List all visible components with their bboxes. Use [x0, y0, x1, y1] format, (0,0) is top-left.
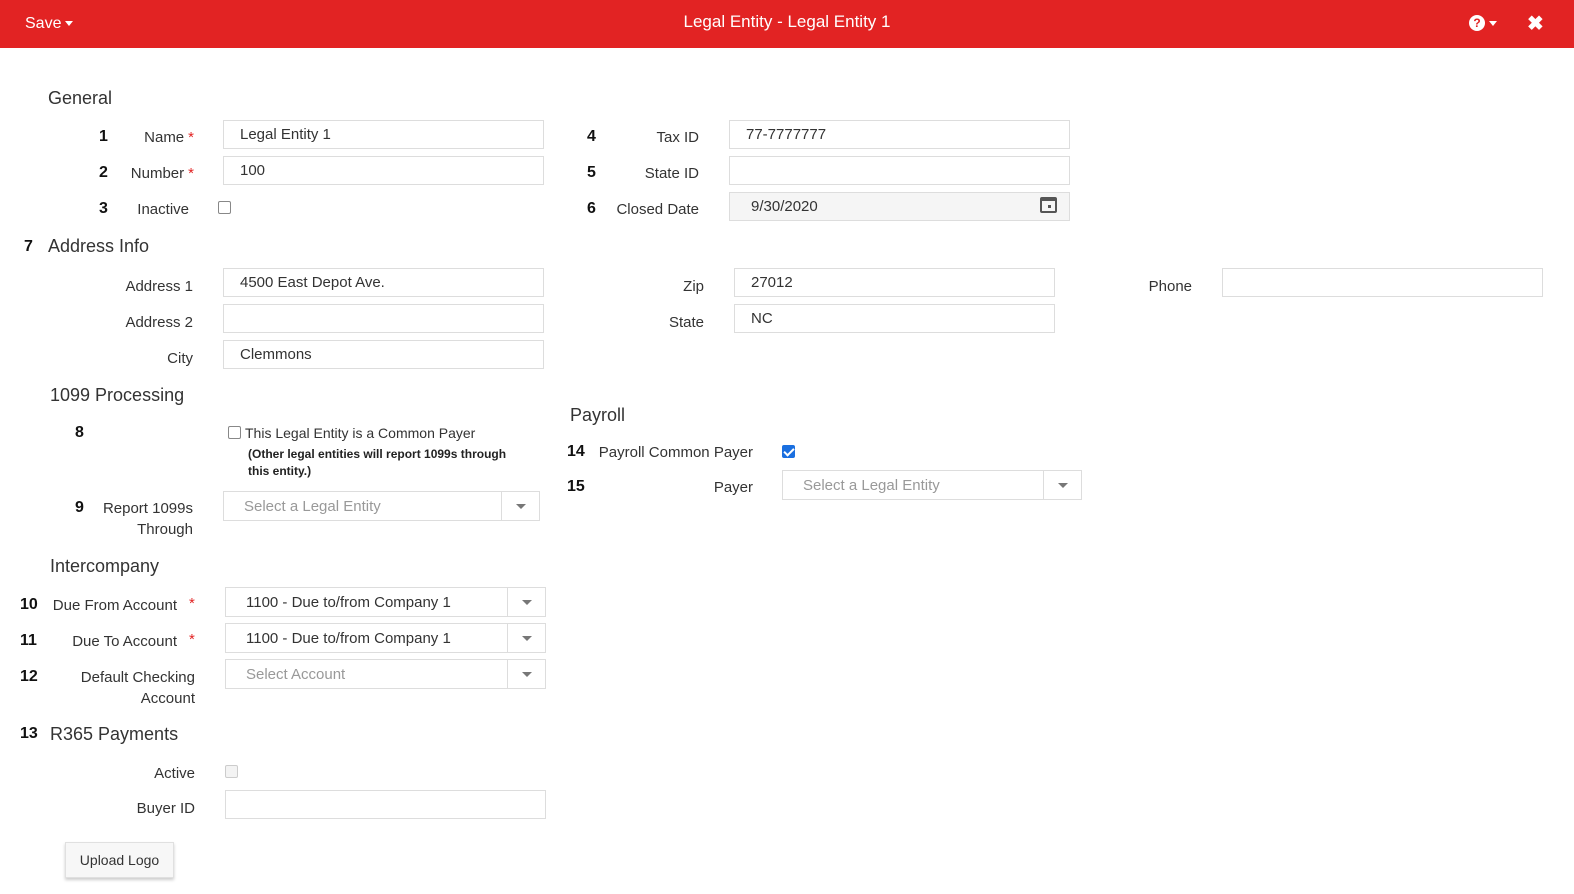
- common-payer-label: This Legal Entity is a Common Payer: [245, 425, 476, 441]
- address2-input[interactable]: [223, 304, 544, 333]
- section-address-heading: Address Info: [48, 236, 150, 256]
- section-1099-heading: 1099 Processing: [50, 385, 185, 405]
- field-number-13: 13: [20, 725, 38, 742]
- caret-down-icon: [1489, 20, 1497, 26]
- phone-label: Phone: [1148, 278, 1192, 295]
- field-number-7: 7: [24, 238, 33, 255]
- top-bar: Save Legal Entity - Legal Entity 1 ? ✖: [0, 0, 1574, 48]
- report-1099s-label-line2: Through: [137, 521, 193, 538]
- dropdown-arrow-icon: [507, 588, 545, 616]
- closed-date-label: Closed Date: [616, 201, 699, 218]
- address1-label: Address 1: [125, 278, 193, 295]
- due-to-value: 1100 - Due to/from Company 1: [246, 630, 451, 647]
- section-intercompany-heading: Intercompany: [50, 556, 160, 576]
- phone-input[interactable]: [1222, 268, 1543, 297]
- city-input[interactable]: Clemmons: [223, 340, 544, 369]
- default-checking-select[interactable]: Select Account: [225, 659, 546, 689]
- field-number-6: 6: [587, 200, 596, 217]
- due-from-select[interactable]: 1100 - Due to/from Company 1: [225, 587, 546, 617]
- field-number-9: 9: [75, 499, 84, 516]
- default-checking-placeholder: Select Account: [246, 666, 346, 683]
- section-payroll-heading: Payroll: [570, 405, 626, 425]
- state-id-label: State ID: [644, 165, 699, 182]
- zip-label: Zip: [683, 278, 704, 295]
- report-1099s-through-select[interactable]: Select a Legal Entity: [223, 491, 540, 521]
- field-number-11: 11: [20, 632, 37, 649]
- due-to-label: Due To Account: [72, 633, 177, 650]
- state-id-input[interactable]: [729, 156, 1070, 185]
- name-label: Name *: [100, 129, 194, 146]
- inactive-label: Inactive: [137, 201, 189, 218]
- due-from-label: Due From Account: [52, 597, 177, 614]
- tax-id-label: Tax ID: [656, 129, 699, 146]
- due-to-select[interactable]: 1100 - Due to/from Company 1: [225, 623, 546, 653]
- name-label-text: Name: [144, 129, 185, 146]
- dropdown-arrow-icon: [501, 492, 539, 520]
- page-title: Legal Entity - Legal Entity 1: [683, 12, 891, 31]
- city-label: City: [167, 350, 193, 367]
- required-mark: *: [188, 129, 194, 146]
- close-icon[interactable]: ✖: [1527, 11, 1544, 36]
- field-number-8: 8: [75, 424, 84, 441]
- field-number-4: 4: [587, 128, 596, 145]
- section-general-heading: General: [48, 88, 113, 108]
- buyer-id-input[interactable]: [225, 790, 546, 819]
- state-input[interactable]: NC: [734, 304, 1055, 333]
- name-input[interactable]: Legal Entity 1: [223, 120, 544, 149]
- field-number-5: 5: [587, 164, 596, 181]
- address1-input[interactable]: 4500 East Depot Ave.: [223, 268, 544, 297]
- report-1099s-label-line1: Report 1099s: [102, 500, 193, 517]
- payroll-common-payer-checkbox[interactable]: [782, 445, 795, 458]
- calendar-icon[interactable]: [1040, 197, 1057, 213]
- default-checking-label-line2: Account: [140, 690, 195, 707]
- common-payer-note-line1: (Other legal entities will report 1099s …: [248, 447, 507, 461]
- report-1099s-placeholder: Select a Legal Entity: [244, 498, 381, 515]
- dropdown-arrow-icon: [1043, 471, 1081, 499]
- inactive-checkbox[interactable]: [218, 201, 231, 214]
- number-label-text: Number: [130, 165, 185, 182]
- payer-select[interactable]: Select a Legal Entity: [782, 470, 1082, 500]
- tax-id-input[interactable]: 77-7777777: [729, 120, 1070, 149]
- common-payer-note-line2: this entity.): [248, 464, 312, 478]
- state-label: State: [668, 314, 704, 331]
- address2-label: Address 2: [125, 314, 193, 331]
- dropdown-arrow-icon: [507, 624, 545, 652]
- field-number-12: 12: [20, 668, 38, 685]
- dropdown-arrow-icon: [507, 660, 545, 688]
- closed-date-input[interactable]: 9/30/2020: [729, 192, 1070, 221]
- default-checking-label-line1: Default Checking: [80, 669, 195, 686]
- required-mark: *: [189, 631, 195, 648]
- required-mark: *: [188, 165, 194, 182]
- section-r365-heading: R365 Payments: [50, 724, 179, 744]
- field-number-14: 14: [567, 443, 585, 460]
- field-number-15: 15: [567, 478, 585, 495]
- field-number-10: 10: [20, 596, 38, 613]
- help-menu-button[interactable]: ?: [1469, 14, 1497, 32]
- required-mark: *: [189, 595, 195, 612]
- common-payer-checkbox[interactable]: [228, 426, 241, 439]
- buyer-id-label: Buyer ID: [136, 800, 195, 817]
- help-icon: ?: [1469, 15, 1485, 32]
- active-label: Active: [154, 765, 195, 782]
- payroll-common-payer-label: Payroll Common Payer: [598, 444, 753, 461]
- upload-logo-button[interactable]: Upload Logo: [65, 842, 174, 878]
- payer-label: Payer: [713, 479, 753, 496]
- payer-placeholder: Select a Legal Entity: [803, 477, 940, 494]
- number-label: Number *: [100, 165, 194, 182]
- due-from-value: 1100 - Due to/from Company 1: [246, 594, 451, 611]
- zip-input[interactable]: 27012: [734, 268, 1055, 297]
- active-checkbox[interactable]: [225, 765, 238, 778]
- number-input[interactable]: 100: [223, 156, 544, 185]
